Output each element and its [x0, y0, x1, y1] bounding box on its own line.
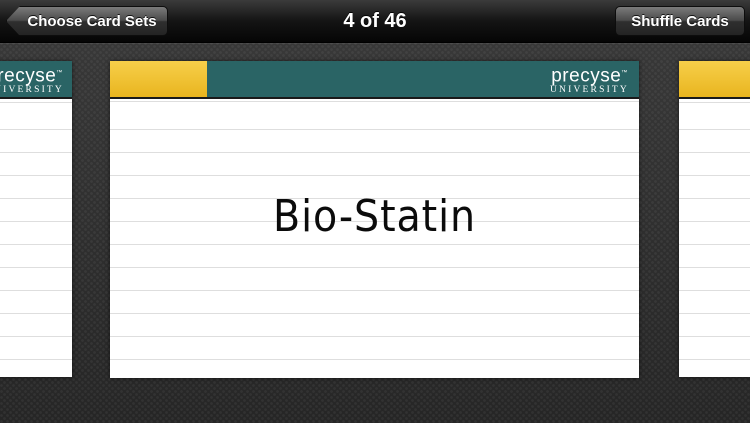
card-header-accent	[679, 61, 750, 97]
card-header: precyse™ UNIVERSITY	[110, 61, 639, 99]
precyse-logo: precyse™ UNIVERSITY	[550, 64, 629, 96]
card-term-text: Bio-Statin	[273, 191, 476, 242]
card-ruled-lines	[679, 97, 750, 377]
next-card[interactable]	[679, 61, 750, 377]
shuffle-cards-button[interactable]: Shuffle Cards	[615, 6, 745, 36]
logo-trademark: ™	[56, 70, 63, 76]
logo-wordmark: precyse	[551, 65, 622, 87]
card-header-accent	[110, 61, 207, 97]
precyse-logo: precyse™ UNIVERSITY	[0, 64, 64, 96]
card-header: precyse™ UNIVERSITY	[0, 61, 72, 99]
current-flashcard[interactable]: precyse™ UNIVERSITY Bio-Statin	[110, 61, 639, 378]
logo-trademark: ™	[621, 70, 628, 76]
logo-subtitle: UNIVERSITY	[0, 85, 64, 96]
choose-card-sets-button[interactable]: Choose Card Sets	[6, 6, 168, 36]
logo-subtitle: UNIVERSITY	[550, 85, 629, 96]
top-navigation-bar: Choose Card Sets 4 of 46 Shuffle Cards	[0, 0, 750, 43]
logo-wordmark: precyse	[0, 65, 57, 87]
shuffle-button-label: Shuffle Cards	[631, 12, 729, 30]
back-button-label: Choose Card Sets	[27, 12, 157, 30]
card-header	[679, 61, 750, 99]
previous-card[interactable]: precyse™ UNIVERSITY	[0, 61, 72, 377]
card-ruled-lines	[0, 97, 72, 377]
